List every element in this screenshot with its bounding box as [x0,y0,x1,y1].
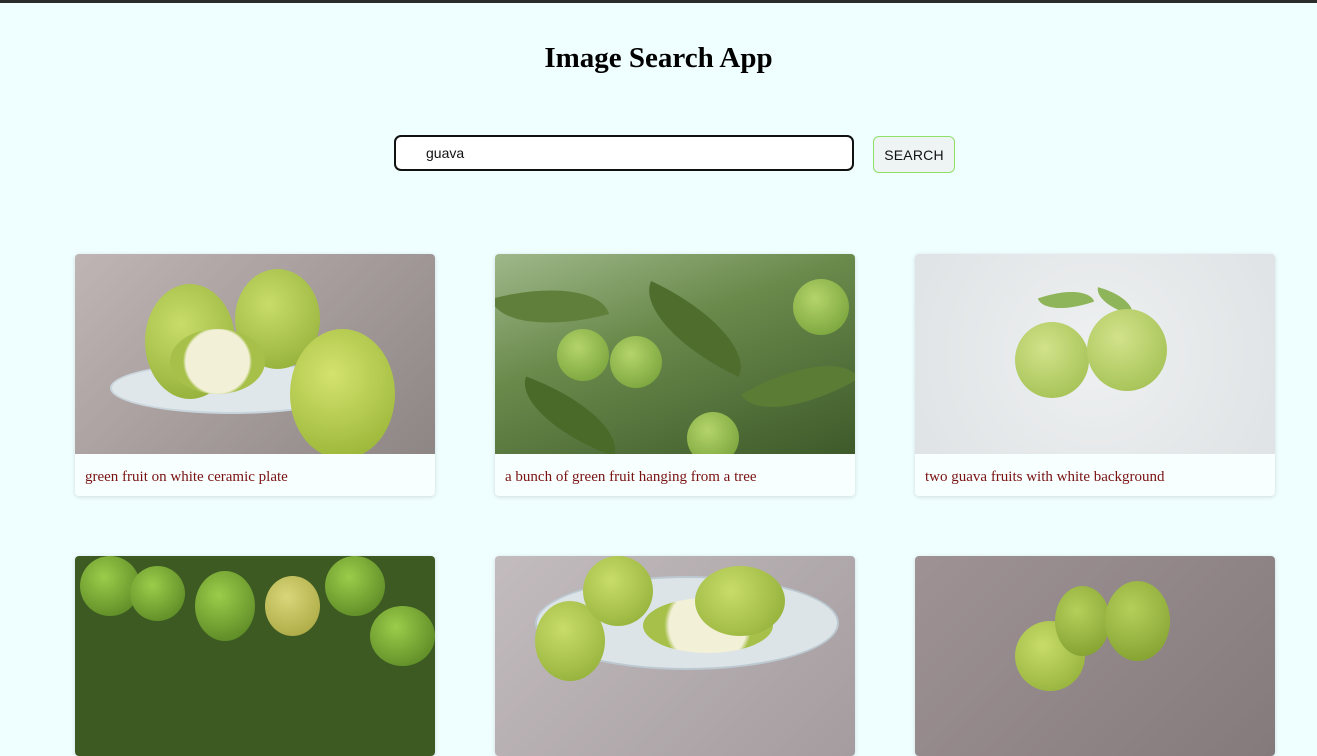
guava-shape [583,556,653,626]
result-card[interactable] [495,556,855,756]
result-card[interactable]: a bunch of green fruit hanging from a tr… [495,254,855,496]
result-caption: a bunch of green fruit hanging from a tr… [505,469,757,485]
result-caption: green fruit on white ceramic plate [85,469,288,485]
search-input[interactable] [394,135,854,171]
guava-shape [265,576,320,636]
result-image[interactable] [75,556,435,756]
search-button[interactable]: SEARCH [873,136,955,173]
guava-half-shape [170,329,265,394]
guava-shape [793,279,849,335]
guava-shape [557,329,609,381]
guava-shape [370,606,435,666]
guava-shape [610,336,662,388]
guava-shape [325,556,385,616]
guava-shape [1015,322,1089,398]
result-card[interactable]: green fruit on white ceramic plate [75,254,435,496]
top-border [0,0,1317,3]
guava-shape [1105,581,1170,661]
leaf-shape [741,339,855,434]
guava-shape [1087,309,1167,391]
guava-shape [695,566,785,636]
guava-shape [290,329,395,454]
result-card[interactable] [915,556,1275,756]
result-image[interactable] [915,556,1275,756]
result-card[interactable]: two guava fruits with white background [915,254,1275,496]
guava-shape [687,412,739,454]
guava-shape [1055,586,1110,656]
guava-shape [195,571,255,641]
guava-shape [130,566,185,621]
result-image[interactable] [495,556,855,756]
leaf-shape [1037,280,1095,320]
page-title: Image Search App [544,42,773,74]
result-image[interactable] [75,254,435,454]
result-image[interactable] [915,254,1275,454]
leaf-shape [510,376,630,454]
result-card[interactable] [75,556,435,756]
result-caption: two guava fruits with white background [925,469,1165,485]
result-image[interactable] [495,254,855,454]
